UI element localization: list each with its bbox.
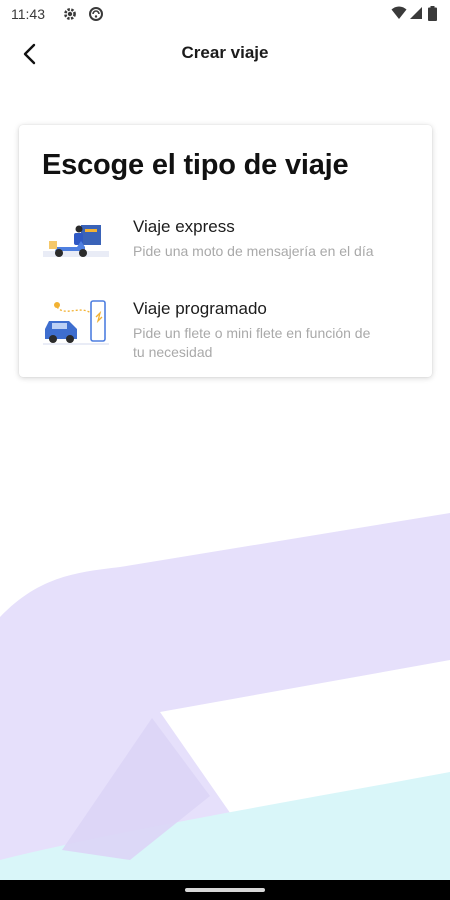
system-navigation-bar — [0, 880, 450, 900]
option-express-trip[interactable]: Viaje express Pide una moto de mensajerí… — [19, 209, 432, 285]
home-gesture-handle[interactable] — [185, 888, 265, 892]
courier-moto-illustration — [43, 225, 109, 257]
option-express-description: Pide una moto de mensajería en el día — [133, 243, 374, 259]
scheduled-car-route-illustration — [43, 300, 109, 345]
battery-icon — [428, 6, 437, 21]
option-express-title: Viaje express — [133, 217, 235, 236]
status-bar: 11:43 — [0, 0, 450, 30]
status-time: 11:43 — [11, 6, 45, 22]
page-title: Crear viaje — [181, 43, 269, 62]
wifi-icon — [391, 6, 407, 19]
app-bar: Crear viaje — [0, 30, 450, 80]
cell-signal-icon — [410, 7, 422, 19]
gear-icon — [64, 8, 76, 20]
option-scheduled-trip[interactable]: Viaje programado Pide un flete o mini fl… — [19, 291, 432, 367]
trip-type-card: Escoge el tipo de viaje Viaje express Pi… — [19, 125, 432, 377]
sync-icon — [89, 7, 103, 21]
option-scheduled-title: Viaje programado — [133, 299, 267, 318]
card-title: Escoge el tipo de viaje — [42, 149, 349, 181]
option-scheduled-description: Pide un flete o mini flete en función de… — [133, 325, 371, 360]
